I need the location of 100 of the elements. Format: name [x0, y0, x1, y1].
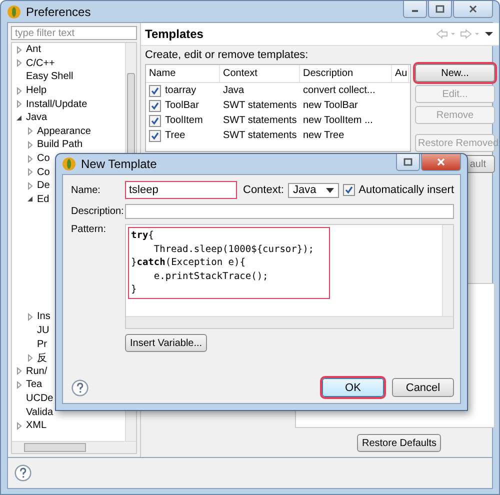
- table-cell-text: convert collect...: [302, 85, 376, 96]
- expand-arrow-icon[interactable]: [26, 354, 34, 362]
- tree-item[interactable]: Valida: [26, 406, 54, 418]
- expand-arrow-icon[interactable]: [15, 367, 23, 376]
- column-header[interactable]: Au: [392, 65, 409, 82]
- expand-arrow-icon[interactable]: [26, 154, 34, 163]
- close-icon: [468, 5, 478, 13]
- tree-item[interactable]: Tea: [26, 379, 42, 390]
- tree-item[interactable]: JU: [37, 325, 50, 336]
- expand-arrow-icon[interactable]: [26, 127, 34, 136]
- table-cell-text: new Tree: [302, 130, 346, 141]
- dropdown-arrow-icon: [326, 188, 334, 192]
- checkbox-label: Automatically insert: [358, 184, 454, 196]
- checkbox[interactable]: [149, 114, 161, 126]
- maximize-button[interactable]: [428, 1, 452, 18]
- tree-item[interactable]: Easy Shell: [26, 71, 74, 82]
- dialog-button[interactable]: Cancel: [392, 378, 454, 397]
- action-button[interactable]: New...: [415, 64, 495, 82]
- expand-arrow-icon[interactable]: [26, 140, 34, 149]
- tree-item[interactable]: Build Path: [37, 139, 83, 150]
- maximize-icon: [403, 158, 413, 166]
- table-cell-text: SWT statements: [222, 115, 298, 126]
- table-cell-text: SWT statements: [222, 100, 298, 111]
- expand-arrow-icon[interactable]: [15, 86, 23, 95]
- restore-defaults-button[interactable]: Restore Defaults: [357, 434, 442, 452]
- table-cell: ToolBar: [165, 100, 199, 111]
- expand-arrow-icon[interactable]: [15, 46, 23, 54]
- dialog-button[interactable]: OK: [322, 378, 384, 397]
- checkbox[interactable]: [149, 130, 161, 142]
- tree-item[interactable]: Run/: [26, 366, 48, 377]
- column-header[interactable]: Description: [300, 65, 392, 82]
- name-field[interactable]: tsleep: [125, 181, 237, 199]
- tree-item[interactable]: UCDe: [26, 392, 54, 404]
- scrollbar[interactable]: [442, 225, 453, 316]
- expand-arrow-icon[interactable]: [15, 100, 23, 108]
- context-dropdown[interactable]: Java: [288, 182, 339, 198]
- maximize-button[interactable]: [396, 154, 420, 171]
- tree-item[interactable]: C/C++: [26, 58, 55, 69]
- tree-item[interactable]: Help: [26, 85, 47, 96]
- scrollbar[interactable]: [126, 316, 453, 328]
- tree-item[interactable]: XML: [26, 420, 47, 432]
- close-button[interactable]: [453, 1, 493, 18]
- description-field[interactable]: [125, 204, 454, 219]
- table-cell-text: Java: [222, 85, 246, 96]
- checkbox[interactable]: [342, 184, 355, 196]
- maximize-icon: [435, 5, 445, 13]
- tree-item[interactable]: Ins: [37, 311, 50, 322]
- tree-item[interactable]: Pr: [37, 338, 47, 350]
- name-label: Name:: [71, 184, 102, 196]
- dialog-title: New Template: [81, 157, 157, 171]
- filter-field[interactable]: type filter text: [11, 26, 137, 40]
- code-line: Thread.sleep(1000${cursor});: [152, 242, 316, 256]
- expand-arrow-icon[interactable]: [26, 312, 34, 321]
- table-cell: Tree: [165, 130, 186, 141]
- tree-item[interactable]: De: [37, 180, 50, 192]
- code-line: try{: [131, 229, 155, 242]
- expand-arrow-icon[interactable]: [26, 182, 34, 190]
- expand-arrow-icon[interactable]: [15, 422, 23, 430]
- pattern-label: Pattern:: [71, 224, 108, 235]
- code-line: e.printStackTrace();: [152, 270, 270, 283]
- table-cell-text: SWT statements: [222, 130, 298, 141]
- code-line: }: [131, 283, 138, 296]
- checkbox[interactable]: [149, 84, 161, 96]
- page-title: Templates: [145, 27, 204, 41]
- table-cell: toarray: [165, 85, 196, 96]
- navigation-arrows-icon[interactable]: [435, 29, 495, 39]
- scrollbar[interactable]: [12, 441, 136, 453]
- collapse-arrow-icon[interactable]: [26, 195, 34, 204]
- close-icon: [436, 158, 446, 166]
- table-cell-text: new ToolBar: [302, 100, 359, 111]
- tree-item[interactable]: Java: [26, 112, 48, 124]
- help-icon[interactable]: [71, 378, 89, 396]
- expand-arrow-icon[interactable]: [15, 59, 23, 68]
- minimize-button[interactable]: [403, 1, 427, 18]
- tree-item[interactable]: Co: [37, 153, 50, 164]
- insert-variable-button[interactable]: Insert Variable...: [125, 334, 208, 352]
- column-header[interactable]: Name: [146, 65, 220, 82]
- app-icon: [62, 157, 76, 171]
- expand-arrow-icon[interactable]: [15, 380, 23, 389]
- close-button[interactable]: [421, 154, 461, 171]
- collapse-arrow-icon[interactable]: [15, 114, 23, 122]
- instructions-text: Create, edit or remove templates:: [145, 49, 310, 61]
- expand-arrow-icon[interactable]: [26, 168, 34, 176]
- table-cell: ToolItem: [165, 115, 203, 126]
- pattern-editor[interactable]: try{ Thread.sleep(1000${cursor}); }catch(Exception e){ e.printStackTrace(); }: [125, 224, 454, 329]
- context-label: Context:: [243, 184, 284, 196]
- help-icon[interactable]: [14, 464, 32, 482]
- checkbox[interactable]: [149, 100, 161, 112]
- tree-item[interactable]: Co: [37, 166, 50, 178]
- tree-item[interactable]: Ed: [37, 194, 50, 205]
- code-line: }catch(Exception e){: [131, 256, 246, 270]
- tree-item[interactable]: Install/Update: [26, 98, 88, 110]
- table-cell-text: new ToolItem ...: [302, 115, 374, 126]
- description-label: Description:: [71, 206, 121, 217]
- tree-item[interactable]: 反: [37, 350, 47, 365]
- tree-item[interactable]: Ant: [26, 44, 42, 56]
- app-icon: [7, 4, 21, 18]
- tree-item[interactable]: Appearance: [37, 126, 91, 137]
- column-header[interactable]: Context: [220, 65, 300, 82]
- window-title: Preferences: [26, 4, 91, 18]
